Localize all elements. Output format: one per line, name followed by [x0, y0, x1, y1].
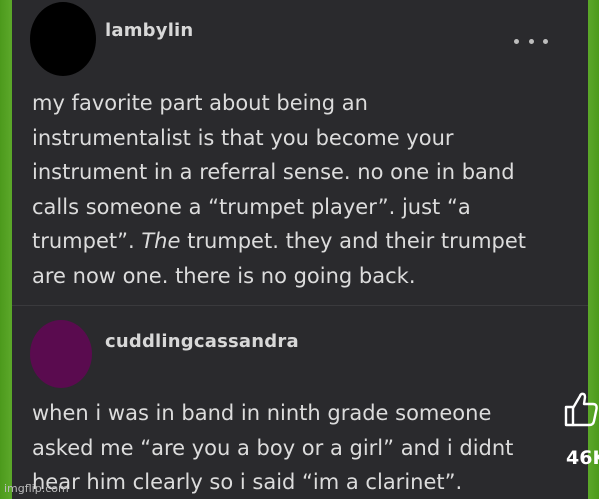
post-line: trumpet”. The trumpet. they and their tr…: [32, 229, 527, 253]
imgflip-watermark: imgflip.com: [4, 482, 69, 495]
post-line: hear him clearly so i said “im a clarine…: [32, 470, 463, 494]
post-card: lambylin my favorite part about being an…: [12, 0, 588, 499]
post-line: my favorite part about being an: [32, 91, 368, 115]
post-divider: [12, 305, 588, 306]
thumbs-up-icon[interactable]: [562, 390, 599, 428]
more-dot: [528, 38, 534, 44]
avatar-cuddlingcassandra[interactable]: [30, 320, 92, 388]
post-body-cuddlingcassandra: when i was in band in ninth grade someon…: [32, 396, 572, 499]
post-line: instrument in a referral sense. no one i…: [32, 160, 515, 184]
username-cuddlingcassandra[interactable]: cuddlingcassandra: [105, 331, 299, 352]
more-dot: [514, 38, 519, 44]
post-line: are now one. there is no going back.: [32, 263, 416, 288]
more-options-icon[interactable]: [514, 36, 548, 46]
post-line: asked me “are you a boy or a girl” and i…: [32, 435, 514, 460]
post-line: instrumentalist is that you become your: [32, 125, 454, 150]
post-line: calls someone a “trumpet player”. just “…: [32, 194, 471, 219]
username-lambylin[interactable]: lambylin: [105, 20, 193, 41]
more-dot: [543, 38, 548, 44]
like-count: 46K: [566, 447, 599, 469]
avatar-lambylin[interactable]: [30, 2, 96, 76]
post-line: when i was in band in ninth grade someon…: [32, 401, 492, 425]
post-body-lambylin: my favorite part about being an instrume…: [32, 86, 572, 293]
